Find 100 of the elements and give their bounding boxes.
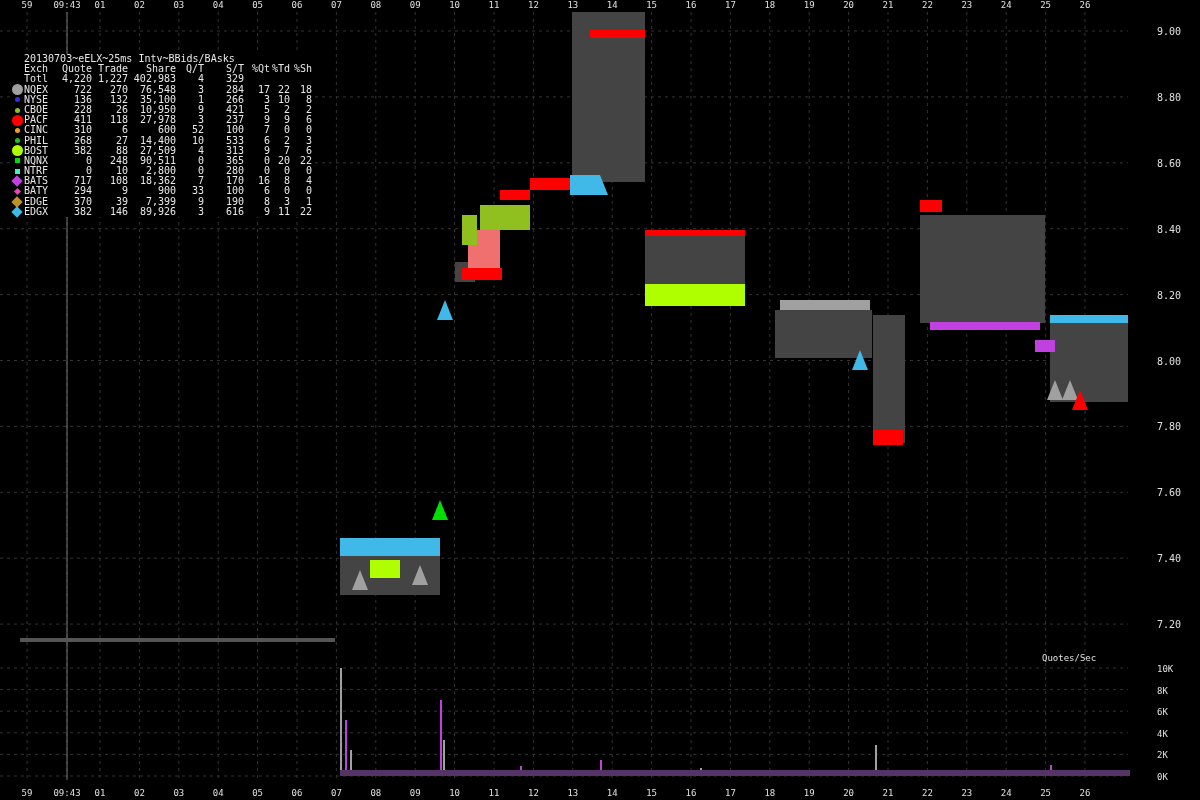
table-cell-text: 294 <box>72 186 92 197</box>
table-cell-text: 17 <box>256 84 270 95</box>
table-cell-text: 146 <box>108 206 128 218</box>
price-label: 7.40 <box>1157 553 1182 565</box>
time-label: 04 <box>212 0 224 10</box>
table-cell-text: 108 <box>108 176 128 187</box>
table-cell-text: 4 <box>304 176 312 187</box>
table-cell-text: 9 <box>262 115 270 126</box>
table-cell-text: 22 <box>298 155 312 166</box>
table-cell-text: 421 <box>224 104 244 115</box>
table-cell-text: 22 <box>276 84 290 95</box>
time-label: 26 <box>1079 788 1091 798</box>
time-label: 01 <box>94 788 106 798</box>
table-cell-text: 4 <box>197 74 204 85</box>
time-label: 02 <box>134 0 145 10</box>
triangle-marker-icon <box>852 350 868 370</box>
triangle-marker-icon <box>1072 390 1088 410</box>
time-label: 07 <box>331 788 342 798</box>
table-cell-text: 18 <box>298 84 312 95</box>
quote-band <box>462 268 502 280</box>
column-header: Exch <box>24 64 50 75</box>
quote-band <box>500 190 530 200</box>
table-cell-text: 16 <box>256 176 270 187</box>
table-cell-text: NTRF <box>24 166 50 177</box>
column-header: Quote <box>60 64 92 75</box>
table-cell-text: 132 <box>108 94 128 105</box>
table-cell-text: 7 <box>262 125 270 136</box>
table-cell-text: 0 <box>282 125 290 136</box>
table-cell-text: 3 <box>262 94 270 105</box>
time-label: 07 <box>331 0 342 10</box>
table-cell-text: 9 <box>196 104 204 115</box>
time-label: 18 <box>764 0 776 10</box>
table-cell-text: 27,509 <box>138 145 176 156</box>
time-label: 08 <box>370 0 382 10</box>
table-cell-text: PHIL <box>24 135 50 146</box>
time-label: 03 <box>173 0 185 10</box>
table-cell-text: CBOE <box>24 104 50 115</box>
quote-band <box>590 30 645 38</box>
quote-band <box>462 215 477 245</box>
triangle-marker-icon <box>352 570 368 590</box>
table-cell-text: 3 <box>196 84 204 95</box>
column-header: %Qt <box>250 64 270 75</box>
table-cell-text: 616 <box>224 206 244 218</box>
table-cell-text: 89,926 <box>138 206 176 218</box>
column-header: Share <box>145 64 176 75</box>
table-cell-text: 1,227 <box>96 74 128 85</box>
quote-rate-title: Quotes/Sec <box>1042 653 1097 663</box>
triangle-marker-icon <box>437 300 453 320</box>
table-cell-text: 52 <box>190 125 204 136</box>
time-label: 08 <box>370 788 382 798</box>
table-cell-text: 27 <box>114 135 128 146</box>
table-cell-text: 6 <box>262 135 270 146</box>
price-label: 8.80 <box>1157 91 1182 103</box>
table-cell-text: BOST <box>24 145 50 156</box>
time-label: 01 <box>94 0 106 10</box>
time-label: 11 <box>488 788 500 798</box>
time-label: 22 <box>922 788 933 798</box>
time-label: 19 <box>803 0 815 10</box>
column-header: S/T <box>224 64 244 75</box>
table-cell-text: CINC <box>24 125 50 136</box>
table-cell-text: 6 <box>304 115 312 126</box>
time-label: 05 <box>252 0 263 10</box>
time-label: 25 <box>1040 0 1051 10</box>
table-cell-text: 26 <box>114 104 128 115</box>
table-cell-text: 2 <box>282 135 290 146</box>
time-label: 21 <box>882 788 894 798</box>
time-label: 23 <box>961 0 973 10</box>
time-label: 18 <box>764 788 776 798</box>
time-label: 17 <box>725 788 736 798</box>
table-cell-text: 14,400 <box>138 135 176 146</box>
time-label: 12 <box>528 788 539 798</box>
table-cell-text: 18,362 <box>138 176 176 187</box>
quote-rate-label: 0K <box>1157 772 1168 782</box>
time-label: 59 <box>21 0 33 10</box>
time-label: 05 <box>252 788 263 798</box>
table-cell-text: 1 <box>304 196 312 207</box>
table-cell-text: 3 <box>304 135 312 146</box>
time-label: 26 <box>1079 0 1091 10</box>
table-cell-text: PACF <box>24 115 50 126</box>
quote-rate-label: 8K <box>1157 685 1168 696</box>
price-label: 7.60 <box>1157 487 1182 499</box>
table-cell-text: 7,399 <box>145 196 176 207</box>
time-label: 21 <box>882 0 894 10</box>
quote-rate-label: 10K <box>1157 664 1174 674</box>
time-label: 23 <box>961 788 973 798</box>
time-label: 16 <box>685 0 697 10</box>
table-cell-text: 2,800 <box>145 166 176 177</box>
table-cell-text: 0 <box>262 155 270 166</box>
time-label: 09:43 <box>53 0 81 10</box>
table-cell-text: 27,978 <box>138 115 176 126</box>
quote-rate-label: 4K <box>1157 728 1168 739</box>
table-cell-text: 35,100 <box>138 94 176 105</box>
price-label: 7.80 <box>1157 421 1182 433</box>
table-cell-text: 0 <box>196 166 204 177</box>
table-cell-text: 365 <box>224 155 244 166</box>
time-label: 24 <box>1000 0 1012 10</box>
table-cell-text: 0 <box>304 125 312 136</box>
time-label: 15 <box>646 0 657 10</box>
column-header: Trade <box>96 64 128 75</box>
table-cell-text: 2 <box>304 104 312 115</box>
